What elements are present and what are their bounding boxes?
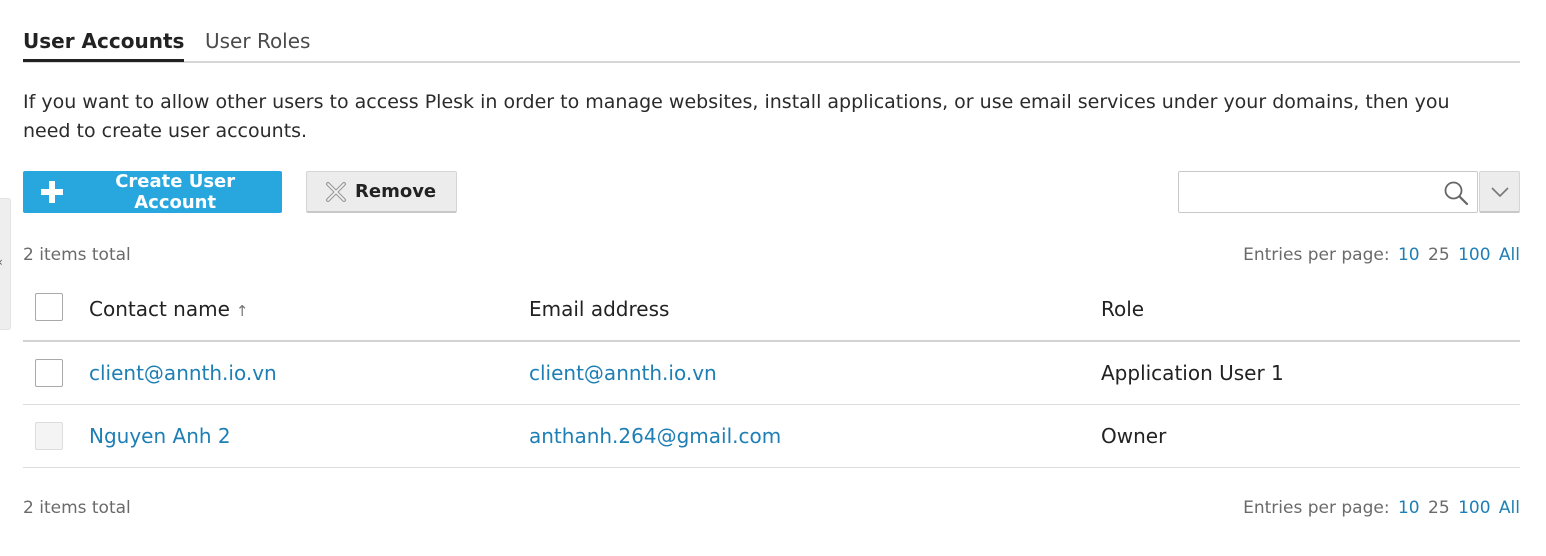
contact-name-link[interactable]: Nguyen Anh 2 bbox=[89, 405, 231, 467]
user-accounts-page: User Accounts User Roles If you want to … bbox=[23, 0, 1520, 518]
page-size-10[interactable]: 10 bbox=[1398, 245, 1420, 265]
cross-icon bbox=[325, 181, 347, 203]
page-size-all[interactable]: All bbox=[1499, 498, 1520, 518]
items-total: 2 items total bbox=[23, 498, 131, 518]
entries-per-page-label: Entries per page: bbox=[1243, 245, 1390, 265]
search-icon[interactable] bbox=[1443, 180, 1469, 210]
email-link[interactable]: client@annth.io.vn bbox=[529, 342, 717, 404]
row-checkbox-disabled bbox=[35, 422, 63, 450]
list-summary-top: 2 items total Entries per page: 10 25 10… bbox=[23, 243, 1520, 267]
contact-name-link[interactable]: client@annth.io.vn bbox=[89, 342, 277, 404]
items-total: 2 items total bbox=[23, 245, 131, 265]
table-row: client@annth.io.vn client@annth.io.vn Ap… bbox=[23, 342, 1520, 405]
remove-label: Remove bbox=[355, 181, 437, 202]
tab-user-roles[interactable]: User Roles bbox=[205, 28, 310, 60]
list-summary-bottom: 2 items total Entries per page: 10 25 10… bbox=[23, 496, 1520, 520]
page-size-all[interactable]: All bbox=[1499, 245, 1520, 265]
page-size-10[interactable]: 10 bbox=[1398, 498, 1420, 518]
page-size-25: 25 bbox=[1428, 498, 1450, 518]
collapse-arrow-icon: ‹ bbox=[0, 255, 3, 269]
column-header-email[interactable]: Email address bbox=[529, 279, 669, 339]
page-size-25: 25 bbox=[1428, 245, 1450, 265]
select-all-checkbox[interactable] bbox=[35, 293, 63, 321]
email-link[interactable]: anthanh.264@gmail.com bbox=[529, 405, 781, 467]
entries-per-page: Entries per page: 10 25 100 All bbox=[1243, 243, 1520, 267]
create-user-account-button[interactable]: Create User Account bbox=[23, 171, 282, 213]
entries-per-page-label: Entries per page: bbox=[1243, 498, 1390, 518]
tab-user-accounts[interactable]: User Accounts bbox=[23, 28, 185, 62]
plus-icon bbox=[41, 181, 64, 203]
user-accounts-table: Contact name ↑ Email address Role client@… bbox=[23, 279, 1520, 468]
column-header-contact-name[interactable]: Contact name ↑ bbox=[89, 279, 248, 341]
column-header-label: Contact name bbox=[89, 297, 230, 321]
page-size-100[interactable]: 100 bbox=[1458, 245, 1490, 265]
column-header-role[interactable]: Role bbox=[1101, 279, 1144, 339]
page-description: If you want to allow other users to acce… bbox=[23, 91, 1450, 142]
remove-button[interactable]: Remove bbox=[306, 171, 457, 213]
create-user-account-label: Create User Account bbox=[115, 171, 236, 213]
table-row: Nguyen Anh 2 anthanh.264@gmail.com Owner bbox=[23, 405, 1520, 468]
side-panel-handle[interactable]: ‹ bbox=[0, 198, 11, 330]
search-box bbox=[1178, 171, 1478, 213]
entries-per-page: Entries per page: 10 25 100 All bbox=[1243, 496, 1520, 520]
table-header: Contact name ↑ Email address Role bbox=[23, 279, 1520, 342]
sort-ascending-icon: ↑ bbox=[235, 302, 249, 320]
role-text: Application User 1 bbox=[1101, 361, 1284, 385]
search-input[interactable] bbox=[1187, 173, 1441, 213]
role-text: Owner bbox=[1101, 424, 1167, 448]
tab-bar: User Accounts User Roles bbox=[23, 0, 1520, 63]
search-options-toggle[interactable] bbox=[1479, 171, 1520, 213]
page-size-100[interactable]: 100 bbox=[1458, 498, 1490, 518]
row-checkbox[interactable] bbox=[35, 359, 63, 387]
chevron-down-icon bbox=[1490, 182, 1509, 201]
